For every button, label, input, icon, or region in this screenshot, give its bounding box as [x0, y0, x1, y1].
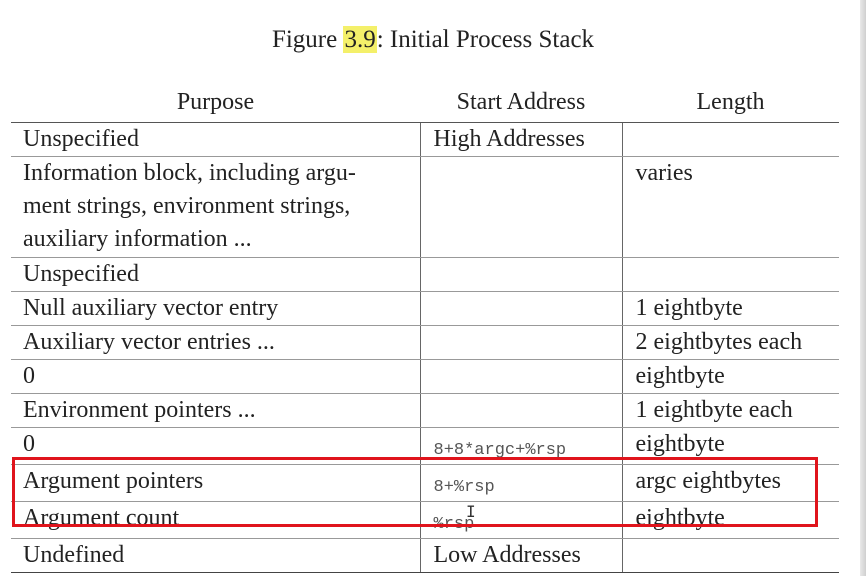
figure-caption: Figure 3.9: Initial Process Stack [0, 26, 866, 54]
length-cell: 1 eightbyte each [621, 393, 839, 428]
length-cell: varies [621, 156, 839, 258]
table-row: Unspecified High Addresses [11, 122, 839, 157]
table-row: Information block, including argu- ment … [11, 156, 839, 258]
text-cursor-icon: I [466, 502, 476, 521]
address-cell [419, 257, 622, 292]
header-length: Length [622, 84, 839, 123]
table-row: 0 eightbyte [11, 359, 839, 394]
purpose-cell: Information block, including argu- ment … [11, 156, 420, 258]
address-cell [419, 325, 622, 360]
table-row: Undefined Low Addresses [11, 538, 839, 573]
length-cell [621, 538, 839, 573]
annotation-highlight-box [12, 457, 818, 527]
header-purpose: Purpose [11, 84, 420, 123]
figure-number-highlight: 3.9 [343, 26, 377, 53]
purpose-cell: Null auxiliary vector entry [11, 291, 420, 326]
viewer-edge [860, 0, 866, 576]
address-cell [419, 393, 622, 428]
length-cell: eightbyte [621, 359, 839, 394]
length-cell: 2 eightbytes each [621, 325, 839, 360]
table-row: Environment pointers ... 1 eightbyte eac… [11, 393, 839, 428]
figure-label-prefix: Figure [271, 26, 344, 53]
address-cell: Low Addresses [419, 538, 622, 573]
length-cell: 1 eightbyte [621, 291, 839, 326]
purpose-cell: 0 [11, 359, 420, 394]
length-cell [621, 257, 839, 292]
address-cell: High Addresses [419, 122, 622, 157]
address-cell [419, 359, 622, 394]
purpose-cell: Undefined [11, 538, 420, 573]
purpose-cell: Auxiliary vector entries ... [11, 325, 420, 360]
purpose-cell: Environment pointers ... [11, 393, 420, 428]
figure-label-suffix: : Initial Process Stack [376, 26, 595, 53]
purpose-cell: Unspecified [11, 257, 420, 292]
address-cell [419, 156, 622, 258]
purpose-cell: Unspecified [11, 122, 420, 157]
address-cell [419, 291, 622, 326]
table-header-row: Purpose Start Address Length [11, 84, 839, 123]
purpose-multiline-text: Information block, including argu- ment … [23, 160, 356, 252]
table-row: Unspecified [11, 257, 839, 292]
table-row: Null auxiliary vector entry 1 eightbyte [11, 291, 839, 326]
length-cell [621, 122, 839, 157]
header-start-address: Start Address [420, 84, 622, 123]
table-row: Auxiliary vector entries ... 2 eightbyte… [11, 325, 839, 360]
